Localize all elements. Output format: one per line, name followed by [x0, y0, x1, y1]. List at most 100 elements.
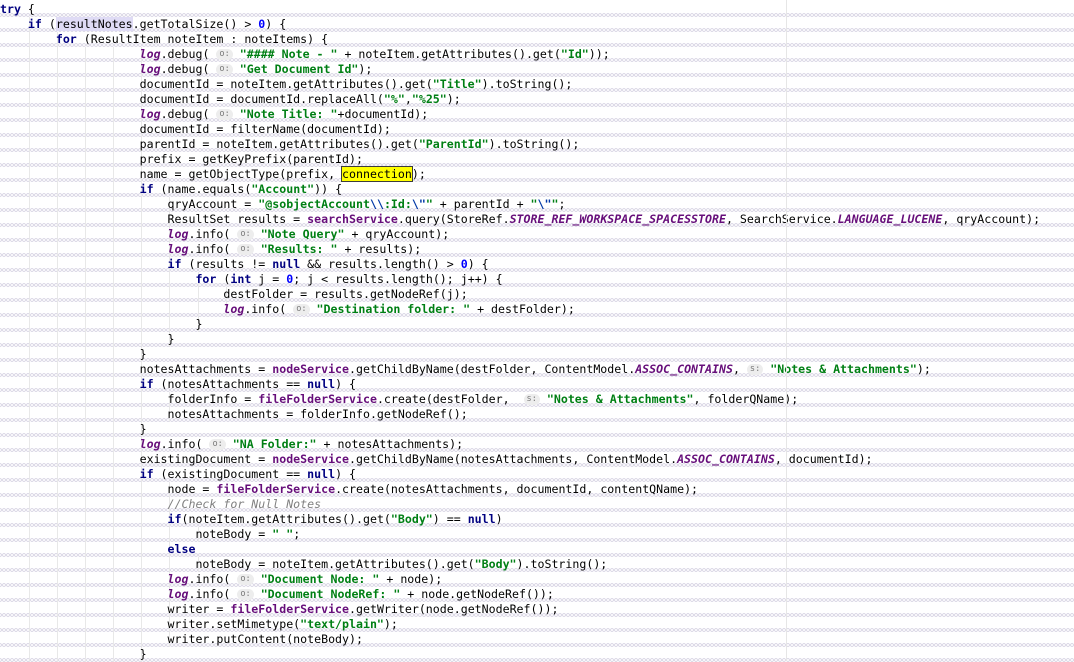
- code-token: .debug(: [160, 107, 217, 121]
- code-line[interactable]: else: [0, 542, 196, 557]
- code-line[interactable]: if (resultNotes.getTotalSize() > 0) {: [0, 17, 286, 32]
- code-token: "Notes & Attachments": [546, 392, 694, 406]
- code-token: folderInfo =: [167, 392, 259, 406]
- code-token: + parentId +: [432, 197, 531, 211]
- code-line[interactable]: //Check for Null Notes: [0, 497, 322, 512]
- code-line[interactable]: notesAttachments = folderInfo.getNodeRef…: [0, 407, 468, 422]
- code-line[interactable]: notesAttachments = nodeService.getChildB…: [0, 362, 931, 377]
- inline-parameter-hint: o:: [237, 574, 254, 585]
- code-token: :Id:: [383, 197, 412, 211]
- code-token: searchService: [307, 212, 398, 226]
- code-line[interactable]: log.info( o: "Destination folder: " + de…: [0, 302, 574, 317]
- code-line[interactable]: documentId = noteItem.getAttributes().ge…: [0, 77, 573, 92]
- code-token: .info(: [188, 587, 238, 601]
- code-line[interactable]: for (ResultItem noteItem : noteItems) {: [0, 32, 328, 47]
- code-token: + node);: [379, 572, 443, 586]
- code-line[interactable]: log.debug( o: "Note Title: "+documentId)…: [0, 107, 429, 122]
- code-line[interactable]: log.info( o: "Document NodeRef: " + node…: [0, 587, 554, 602]
- code-line[interactable]: log.info( o: "NA Folder:" + notesAttachm…: [0, 437, 464, 452]
- inline-parameter-hint: o:: [216, 109, 233, 120]
- code-line[interactable]: parentId = noteItem.getAttributes().get(…: [0, 137, 580, 152]
- code-token: writer.putContent(noteBody);: [167, 632, 363, 646]
- code-line[interactable]: writer = fileFolderService.getWriter(nod…: [0, 602, 559, 617]
- code-token: node =: [167, 482, 217, 496]
- code-token: "#### Note - ": [239, 47, 338, 61]
- code-line[interactable]: writer.putContent(noteBody);: [0, 632, 363, 647]
- code-line[interactable]: if (notesAttachments == null) {: [0, 377, 356, 392]
- code-line[interactable]: for (int j = 0; j < results.length(); j+…: [0, 272, 502, 287]
- code-token: .getChildByName(destFolder, ContentModel…: [349, 362, 636, 376]
- code-line[interactable]: if (name.equals("Account")) {: [0, 182, 342, 197]
- code-line[interactable]: documentId = filterName(documentId);: [0, 122, 391, 137]
- code-token: if: [139, 377, 154, 391]
- code-token: "Document NodeRef: ": [260, 587, 401, 601]
- code-line[interactable]: name = getObjectType(prefix, connection)…: [0, 166, 426, 182]
- code-line[interactable]: }: [0, 317, 202, 332]
- code-line[interactable]: log.info( o: "Note Query" + qryAccount);: [0, 227, 450, 242]
- code-token: log: [139, 437, 161, 451]
- code-token: && results.length() >: [300, 257, 461, 271]
- code-token: + node.getNodeRef());: [400, 587, 554, 601]
- code-token: LANGUAGE_LUCENE: [837, 212, 943, 226]
- code-line[interactable]: }: [0, 422, 147, 437]
- code-line[interactable]: }: [0, 647, 147, 662]
- code-token: ) {: [265, 17, 287, 31]
- inline-parameter-hint: o:: [216, 64, 233, 75]
- code-editor[interactable]: try { if (resultNotes.getTotalSize() > 0…: [0, 0, 1074, 662]
- find-highlight-token: connection: [341, 166, 413, 182]
- code-line[interactable]: ResultSet results = searchService.query(…: [0, 212, 1041, 227]
- code-line[interactable]: log.info( o: "Results: " + results);: [0, 242, 422, 257]
- code-token: ,: [404, 92, 412, 106]
- code-token: .getTotalSize() >: [132, 17, 259, 31]
- code-line[interactable]: noteBody = " ";: [0, 527, 300, 542]
- code-line[interactable]: qryAccount = "@sobjectAccount\\:Id:\"" +…: [0, 197, 566, 212]
- code-token: notesAttachments =: [139, 362, 273, 376]
- code-line[interactable]: try {: [0, 2, 35, 17]
- code-line[interactable]: log.debug( o: "#### Note - " + noteItem.…: [0, 47, 610, 62]
- code-line[interactable]: node = fileFolderService.create(notesAtt…: [0, 482, 699, 497]
- code-token: "Results: ": [260, 242, 338, 256]
- code-line[interactable]: documentId = documentId.replaceAll("%","…: [0, 92, 461, 107]
- code-line[interactable]: log.info( o: "Document Node: " + node);: [0, 572, 443, 587]
- code-line[interactable]: prefix = getKeyPrefix(parentId);: [0, 152, 363, 167]
- code-token: null: [307, 467, 336, 481]
- code-line[interactable]: existingDocument = nodeService.getChildB…: [0, 452, 873, 467]
- code-line[interactable]: if (results != null && results.length() …: [0, 257, 489, 272]
- code-token: nodeService: [272, 452, 350, 466]
- code-line[interactable]: writer.setMimetype("text/plain");: [0, 617, 398, 632]
- code-line[interactable]: folderInfo = fileFolderService.create(de…: [0, 392, 799, 407]
- right-margin-guide: [786, 0, 787, 661]
- code-token: ASSOC_CONTAINS: [677, 452, 775, 466]
- code-line[interactable]: if(noteItem.getAttributes().get("Body") …: [0, 512, 503, 527]
- code-token: (results !=: [181, 257, 273, 271]
- code-line[interactable]: log.debug( o: "Get Document Id");: [0, 62, 373, 77]
- code-token: "ParentId": [418, 137, 489, 151]
- code-token: "text/plain": [300, 617, 384, 631]
- code-token: nodeService: [272, 362, 350, 376]
- code-token: }: [139, 347, 147, 361]
- code-token: fileFolderService: [230, 602, 350, 616]
- code-token: "%25": [411, 92, 447, 106]
- code-line[interactable]: noteBody = noteItem.getAttributes().get(…: [0, 557, 607, 572]
- code-token: null: [467, 512, 496, 526]
- code-token: \\: [369, 197, 384, 211]
- code-token: "%": [383, 92, 405, 106]
- code-line[interactable]: if (existingDocument == null) {: [0, 467, 356, 482]
- code-line[interactable]: }: [0, 332, 175, 347]
- code-line[interactable]: }: [0, 347, 147, 362]
- inline-parameter-hint: o:: [237, 589, 254, 600]
- code-token: name = getObjectType(prefix,: [139, 167, 343, 181]
- code-line[interactable]: destFolder = results.getNodeRef(j);: [0, 287, 467, 302]
